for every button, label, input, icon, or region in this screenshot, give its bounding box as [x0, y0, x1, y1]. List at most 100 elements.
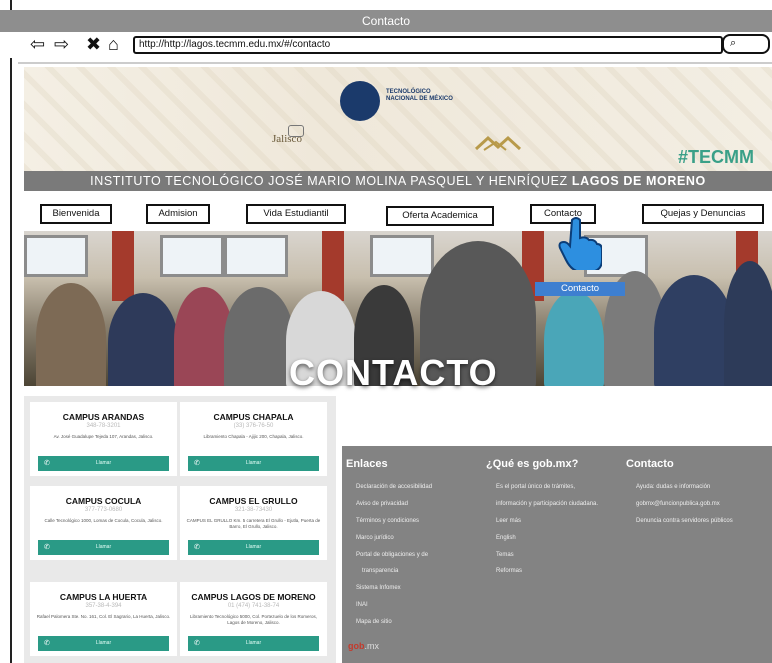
- call-button[interactable]: ✆ Llamar: [188, 540, 319, 555]
- phone-icon: ✆: [44, 640, 50, 647]
- back-arrow-icon[interactable]: ⇦: [30, 34, 45, 54]
- person-figure: [36, 283, 106, 386]
- footer-contacto-title: Contacto: [626, 458, 674, 470]
- footer-link[interactable]: Leer más: [496, 518, 521, 525]
- call-label: Llamar: [95, 544, 112, 550]
- campus-name: CAMPUS CHAPALA: [213, 412, 294, 422]
- footer-link[interactable]: Sistema Infomex: [356, 585, 401, 592]
- gobmx-logo[interactable]: gob.mx: [348, 641, 379, 651]
- phone-icon: ✆: [194, 544, 200, 551]
- pointer-hand-icon: [558, 217, 602, 270]
- footer-link[interactable]: Portal de obligaciones y de: [356, 552, 428, 559]
- footer-link[interactable]: Términos y condiciones: [356, 518, 419, 525]
- close-icon[interactable]: ✖: [86, 34, 101, 54]
- phone-icon: ✆: [44, 460, 50, 467]
- campus-card-el-grullo: CAMPUS EL GRULLO 321-38-73430 CAMPUS EL …: [180, 486, 327, 560]
- campus-card-arandas: CAMPUS ARANDAS 348-78-3201 Av. José Guad…: [30, 402, 177, 476]
- hashtag-tecmm: #TECMM: [678, 147, 754, 167]
- footer-link[interactable]: Marco jurídico: [356, 535, 394, 542]
- person-figure: [654, 275, 734, 386]
- footer-link[interactable]: Aviso de privacidad: [356, 501, 408, 508]
- footer-link[interactable]: Mapa de sitio: [356, 619, 392, 626]
- call-label: Llamar: [245, 640, 262, 646]
- contacto-hover-label[interactable]: Contacto: [535, 282, 625, 296]
- footer-link[interactable]: Denuncia contra servidores públicos: [636, 518, 733, 525]
- gob-logo-text: gob: [348, 641, 365, 651]
- campus-phone: 01 (474) 741-38-74: [227, 603, 280, 609]
- call-button[interactable]: ✆ Llamar: [38, 540, 169, 555]
- footer-link[interactable]: English: [496, 535, 516, 542]
- call-button[interactable]: ✆ Llamar: [38, 456, 169, 471]
- search-button[interactable]: ⌕: [722, 34, 770, 54]
- campus-address: CAMPUS EL GRULLO Km. 5 carretera El Grul…: [186, 518, 321, 529]
- footer-text: información y participación ciudadana.: [496, 501, 599, 507]
- campus-address: Libramiento Chapala - Ajijic 200, Chapal…: [203, 434, 304, 439]
- footer-spacer: [342, 396, 772, 446]
- person-figure: [724, 261, 772, 386]
- tecmm-mountain-logo: [474, 135, 522, 151]
- gob-logo-suffix: .mx: [364, 641, 380, 651]
- call-button[interactable]: ✆ Llamar: [188, 456, 319, 471]
- campus-address: Libramiento Tecnológico 5000, Col. Porte…: [190, 614, 317, 625]
- jalisco-logo: Jalisco: [272, 133, 302, 145]
- campus-card-cocula: CAMPUS COCULA 377-773-0680 Calle Tecnoló…: [30, 486, 177, 560]
- campus-card-chapala: CAMPUS CHAPALA (33) 376-76-50 Libramient…: [180, 402, 327, 476]
- campus-name: CAMPUS LA HUERTA: [59, 592, 148, 602]
- footer-link[interactable]: INAI: [356, 602, 368, 609]
- hero-window: [224, 235, 288, 277]
- phone-icon: ✆: [44, 544, 50, 551]
- institute-name: INSTITUTO TECNOLÓGICO JOSÉ MARIO MOLINA …: [90, 174, 572, 188]
- footer-email-link[interactable]: gobmx@funcionpublica.gob.mx: [636, 501, 720, 508]
- footer-enlaces-title: Enlaces: [346, 458, 388, 470]
- footer-text: Ayuda: dudas e información: [636, 484, 711, 490]
- header-banner: TECNOLÓGICO NACIONAL DE MÉXICO Jalisco #…: [24, 67, 772, 171]
- footer-link[interactable]: Declaración de accesibilidad: [356, 484, 432, 491]
- search-icon: ⌕: [730, 37, 737, 49]
- window-title: Contacto: [0, 10, 772, 32]
- menu-oferta-academica[interactable]: Oferta Academica: [386, 206, 494, 226]
- gob-footer: Enlaces Declaración de accesibilidad Avi…: [342, 446, 772, 663]
- banner-pattern: [24, 67, 772, 171]
- tnm-line1: TECNOLÓGICO: [386, 89, 431, 95]
- footer-gobmx-title: ¿Qué es gob.mx?: [486, 458, 579, 470]
- menu-vida-estudiantil[interactable]: Vida Estudiantil: [246, 204, 346, 224]
- campus-address: Calle Tecnológico 1000, Lomas de Cocula,…: [44, 518, 163, 523]
- menu-bienvenida[interactable]: Bienvenida: [40, 204, 112, 224]
- person-figure: [108, 293, 178, 386]
- phone-icon: ✆: [194, 640, 200, 647]
- call-label: Llamar: [245, 460, 262, 466]
- campus-card-lagos-de-moreno: CAMPUS LAGOS DE MORENO 01 (474) 741-38-7…: [180, 582, 327, 656]
- campus-phone: 321-38-73430: [234, 507, 273, 513]
- call-button[interactable]: ✆ Llamar: [38, 636, 169, 651]
- person-figure: [224, 287, 294, 386]
- tnm-logo-text: TECNOLÓGICO NACIONAL DE MÉXICO: [386, 89, 456, 103]
- forward-arrow-icon[interactable]: ⇨: [54, 34, 69, 54]
- footer-link[interactable]: Temas: [496, 552, 514, 559]
- campus-name: CAMPUS LAGOS DE MORENO: [191, 592, 316, 602]
- call-label: Llamar: [95, 640, 112, 646]
- campus-phone: (33) 376-76-50: [233, 423, 274, 429]
- footer-link[interactable]: Reformas: [496, 568, 522, 575]
- campus-card-la-huerta: CAMPUS LA HUERTA 357-38-4-394 Rafael Pal…: [30, 582, 177, 656]
- home-icon[interactable]: ⌂: [108, 34, 119, 54]
- hero-window: [160, 235, 224, 277]
- campus-phone: 348-78-3201: [86, 423, 121, 429]
- hero-title: CONTACTO: [289, 352, 498, 393]
- url-bar[interactable]: http://http://lagos.tecmm.edu.mx/#/conta…: [133, 36, 723, 54]
- person-figure: [544, 291, 604, 386]
- campus-name: CAMPUS ARANDAS: [62, 412, 145, 422]
- campus-address: Av. José Guadalupe Tejeda 107, Arandas, …: [53, 434, 154, 439]
- hero-window: [370, 235, 434, 277]
- institute-name-bar: INSTITUTO TECNOLÓGICO JOSÉ MARIO MOLINA …: [24, 171, 772, 191]
- campus-address: Rafael Palomera Ste. No. 161, Col. El Sa…: [36, 614, 171, 619]
- menu-quejas-denuncias[interactable]: Quejas y Denuncias: [642, 204, 764, 224]
- menu-admision[interactable]: Admision: [146, 204, 210, 224]
- hero-window: [24, 235, 88, 277]
- campus-phone: 357-38-4-394: [85, 603, 122, 609]
- campus-name: CAMPUS EL GRULLO: [209, 496, 298, 506]
- campus-name: CAMPUS COCULA: [65, 496, 142, 506]
- call-button[interactable]: ✆ Llamar: [188, 636, 319, 651]
- footer-link[interactable]: transparencia: [362, 568, 398, 575]
- campus-phone: 377-773-0680: [84, 507, 123, 513]
- footer-text: Es el portal único de trámites,: [496, 484, 576, 490]
